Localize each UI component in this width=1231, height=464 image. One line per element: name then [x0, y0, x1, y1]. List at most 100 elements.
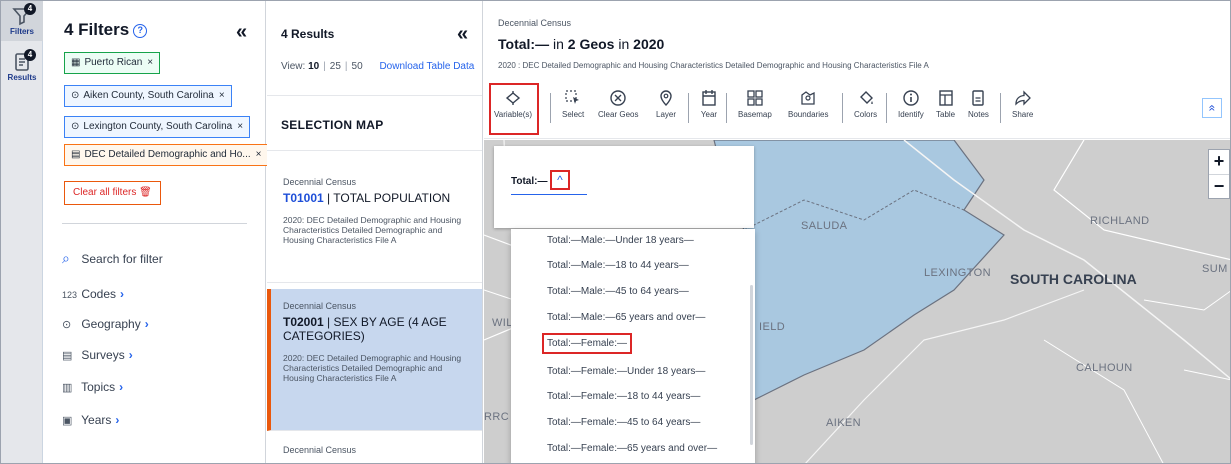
filter-chip-puerto-rican[interactable]: ▦ Puerto Rican ×	[64, 52, 161, 74]
tool-colors-button[interactable]: Colors	[854, 89, 877, 119]
help-icon[interactable]: ?	[133, 24, 148, 38]
tool-share-button[interactable]: Share	[1012, 89, 1033, 119]
tool-table-button[interactable]: Table	[936, 89, 955, 119]
filters-count-badge: 4	[24, 3, 36, 15]
card-code: T01001	[283, 191, 324, 205]
map-label-richland: RICHLAND	[1090, 215, 1150, 227]
map-toolbar: Variable(s) Select Clear Geos Layer Year	[484, 81, 1230, 139]
tool-basemap-button[interactable]: Basemap	[738, 89, 772, 119]
download-table-data-link[interactable]: Download Table Data	[379, 61, 474, 72]
variable-option[interactable]: Total:—Female:—18 to 44 years—	[547, 391, 700, 402]
chip-remove-icon[interactable]: ×	[219, 90, 225, 101]
variable-expand-toggle[interactable]: ^	[550, 170, 570, 190]
selection-map-tab[interactable]: SELECTION MAP	[267, 95, 482, 151]
chip-remove-icon[interactable]: ×	[237, 121, 243, 132]
filter-chip-dec-survey[interactable]: ▤ DEC Detailed Demographic and Ho... ×	[64, 144, 269, 166]
tool-label: Basemap	[738, 110, 772, 119]
title-year: 2020	[633, 36, 665, 52]
nav-surveys[interactable]: ▤ Surveys ›	[62, 348, 133, 362]
filters-panel: 4 Filters? « ▦ Puerto Rican × ⊙ Aiken Count…	[44, 1, 269, 463]
chevron-right-icon: ›	[120, 287, 125, 301]
table-subtitle: 2020 : DEC Detailed Demographic and Hous…	[498, 61, 929, 70]
variable-option[interactable]: Total:—Female:—65 years and over—	[547, 443, 717, 454]
tool-select-button[interactable]: Select	[562, 89, 584, 119]
nav-topics[interactable]: ▥ Topics ›	[62, 380, 123, 394]
codes-123-icon: 123	[62, 290, 78, 300]
tool-boundaries-button[interactable]: Boundaries	[788, 89, 828, 119]
view-option-50[interactable]: 50	[352, 61, 363, 72]
map-label-sum: SUM	[1202, 263, 1228, 275]
table-title: Total:— in 2 Geos in 2020	[498, 36, 664, 52]
search-filter-input[interactable]: ⌕ Search for filter	[62, 250, 163, 267]
tool-label: Table	[936, 110, 956, 119]
view-option-25[interactable]: 25	[330, 61, 341, 72]
result-card-t02001[interactable]: Decennial Census T02001 | SEX BY AGE (4 …	[267, 289, 482, 431]
variable-options-list: Total:—Male:—Under 18 years— Total:—Male…	[511, 229, 755, 463]
tool-identify-button[interactable]: Identify	[898, 89, 924, 119]
nav-years[interactable]: ▣ Years ›	[62, 413, 119, 427]
view-page-size: View: 10 | 25 | 50 Download Table Data	[281, 61, 475, 72]
result-card-partial[interactable]: Decennial Census	[267, 431, 482, 463]
collapse-toolbar-button[interactable]: «	[1202, 98, 1222, 118]
variable-option[interactable]: Total:—Male:—18 to 44 years—	[547, 260, 689, 271]
chip-label: Puerto Rican	[84, 57, 143, 68]
tool-label: Year	[700, 110, 718, 119]
book-icon: ▥	[62, 382, 73, 394]
location-pin-icon: ⊙	[62, 319, 72, 331]
view-option-10[interactable]: 10	[308, 61, 319, 72]
variable-picker-label: Total:—	[511, 176, 548, 187]
filters-title: 4 Filters?	[64, 20, 148, 40]
result-card-t01001[interactable]: Decennial Census T01001 | TOTAL POPULATI…	[267, 165, 482, 283]
icon-rail: 4 Filters 4 Results	[1, 1, 43, 463]
map-label-rrc: RRC	[484, 411, 510, 423]
clear-circle-icon	[610, 90, 626, 106]
main-area: Decennial Census Total:— in 2 Geos in 20…	[484, 1, 1230, 463]
tool-label: Identify	[898, 110, 924, 119]
trash-icon: 🗑	[139, 187, 152, 198]
tool-variables-button[interactable]: Variable(s)	[494, 89, 532, 119]
basemap-grid-icon	[747, 90, 763, 106]
calendar-icon: ▣	[62, 415, 73, 427]
rail-filters-button[interactable]: 4 Filters	[1, 1, 43, 41]
variable-option[interactable]: Total:—Male:—45 to 64 years—	[547, 286, 689, 297]
tool-layer-button[interactable]: Layer	[656, 89, 676, 119]
filters-title-text: 4 Filters	[64, 20, 130, 39]
search-placeholder: Search for filter	[81, 252, 163, 266]
tool-clear-geos-button[interactable]: Clear Geos	[598, 89, 638, 119]
chip-remove-icon[interactable]: ×	[147, 57, 153, 68]
zoom-out-button[interactable]: −	[1209, 174, 1229, 198]
location-pin-icon: ⊙	[71, 121, 80, 132]
select-pointer-icon	[565, 90, 580, 104]
notes-icon	[972, 90, 985, 106]
nav-codes[interactable]: 123 Codes ›	[62, 287, 124, 301]
tool-label: Boundaries	[788, 110, 829, 119]
variable-option[interactable]: Total:—Male:—65 years and over—	[547, 312, 705, 323]
results-doc-icon: 4	[12, 49, 36, 72]
variable-option[interactable]: Total:—Female:—45 to 64 years—	[547, 417, 700, 428]
map-label-south-carolina: SOUTH CAROLINA	[1010, 271, 1137, 287]
nav-label: Surveys	[81, 348, 125, 362]
clear-all-filters-button[interactable]: Clear all filters 🗑	[64, 181, 161, 205]
card-name: | TOTAL POPULATION	[327, 191, 451, 205]
tool-year-button[interactable]: Year	[700, 89, 718, 119]
nav-geography[interactable]: ⊙ Geography ›	[62, 317, 149, 331]
selection-map-label: SELECTION MAP	[281, 118, 384, 132]
tool-notes-button[interactable]: Notes	[968, 89, 989, 119]
variable-option[interactable]: Total:—Male:—Under 18 years—	[547, 235, 694, 246]
dropdown-scrollbar[interactable]	[750, 285, 753, 445]
survey-icon: ▤	[71, 149, 81, 160]
toolbar-divider	[1000, 93, 1001, 123]
chip-remove-icon[interactable]: ×	[256, 149, 262, 160]
title-total: Total:—	[498, 36, 550, 52]
chip-label: Lexington County, South Carolina	[83, 121, 233, 132]
variable-option-highlighted[interactable]: Total:—Female:—	[541, 333, 633, 354]
filter-chip-aiken-county[interactable]: ⊙ Aiken County, South Carolina ×	[64, 85, 232, 107]
filter-chip-lexington-county[interactable]: ⊙ Lexington County, South Carolina ×	[64, 116, 251, 138]
rail-results-button[interactable]: 4 Results	[1, 47, 43, 87]
zoom-in-button[interactable]: +	[1209, 150, 1229, 174]
collapse-results-button[interactable]: «	[457, 23, 468, 46]
share-icon	[1015, 90, 1031, 106]
collapse-filters-button[interactable]: «	[236, 21, 247, 44]
variable-option[interactable]: Total:—Female:—Under 18 years—	[547, 366, 705, 377]
title-in: in	[552, 36, 564, 52]
